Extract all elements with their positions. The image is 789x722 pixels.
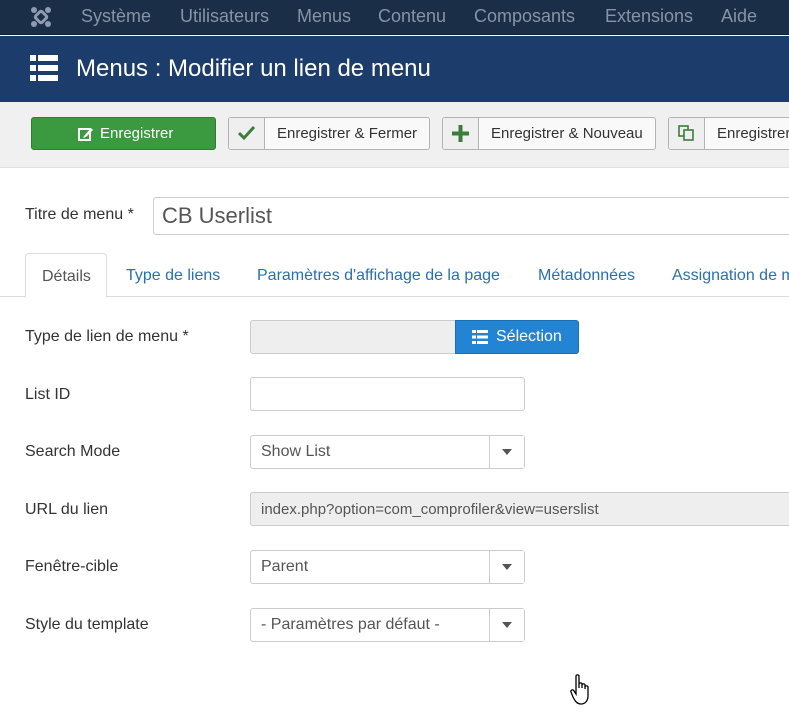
chevron-down-icon bbox=[502, 564, 512, 570]
page-title: Menus : Modifier un lien de menu bbox=[76, 55, 431, 82]
nav-item-aide[interactable]: Aide bbox=[721, 6, 757, 27]
tab-details-label: Détails bbox=[42, 268, 91, 285]
url-value: index.php?option=com_comprofiler&view=us… bbox=[261, 501, 599, 518]
nav-item-extensions[interactable]: Extensions bbox=[605, 6, 693, 27]
nav-item-menus[interactable]: Menus bbox=[297, 6, 351, 27]
save-new-button[interactable]: Enregistrer & Nouveau bbox=[442, 117, 656, 150]
tab-link-type[interactable]: Type de liens bbox=[126, 267, 220, 285]
tab-details[interactable]: Détails bbox=[25, 253, 107, 298]
check-icon bbox=[238, 125, 255, 141]
title-input[interactable]: CB Userlist bbox=[153, 197, 789, 235]
list-icon bbox=[30, 55, 58, 81]
tab-bar: Détails Type de liens Paramètres d'affic… bbox=[0, 253, 789, 298]
nav-item-systeme[interactable]: Système bbox=[81, 6, 151, 27]
save-copy-label: Enregistrer bbox=[717, 125, 789, 142]
chevron-down-icon bbox=[502, 449, 512, 455]
url-label: URL du lien bbox=[25, 501, 109, 518]
joomla-logo-icon[interactable] bbox=[28, 4, 54, 30]
title-label: Titre de menu * bbox=[25, 206, 134, 223]
save-close-label: Enregistrer & Fermer bbox=[277, 125, 418, 142]
menu-type-field bbox=[250, 320, 456, 354]
select-menu-type-button[interactable]: Sélection bbox=[455, 320, 579, 354]
template-style-select[interactable]: - Paramètres par défaut - bbox=[250, 608, 525, 642]
template-style-value: - Paramètres par défaut - bbox=[261, 616, 440, 633]
hand-cursor-icon bbox=[570, 674, 589, 705]
tab-page-display[interactable]: Paramètres d'affichage de la page bbox=[257, 267, 500, 285]
list-id-label: List ID bbox=[25, 386, 71, 403]
save-copy-button[interactable]: Enregistrer bbox=[668, 117, 789, 150]
tab-assignment[interactable]: Assignation de m bbox=[672, 267, 789, 285]
nav-item-contenu[interactable]: Contenu bbox=[378, 6, 446, 27]
search-mode-label: Search Mode bbox=[25, 443, 121, 460]
template-style-label: Style du template bbox=[25, 616, 149, 633]
nav-item-utilisateurs[interactable]: Utilisateurs bbox=[180, 6, 269, 27]
edit-icon bbox=[78, 128, 93, 141]
target-window-select[interactable]: Parent bbox=[250, 550, 525, 584]
top-navbar: Système Utilisateurs Menus Contenu Compo… bbox=[0, 0, 789, 35]
save-button-label: Enregistrer bbox=[100, 125, 174, 142]
list-id-input[interactable] bbox=[250, 377, 525, 411]
copy-icon bbox=[678, 125, 694, 141]
list-icon bbox=[472, 330, 488, 344]
save-close-button[interactable]: Enregistrer & Fermer bbox=[228, 117, 430, 150]
toolbar: Enregistrer Enregistrer & Fermer Enregis… bbox=[0, 102, 789, 168]
chevron-down-icon bbox=[502, 622, 512, 628]
target-window-value: Parent bbox=[261, 558, 309, 575]
search-mode-value: Show List bbox=[261, 443, 331, 460]
search-mode-select[interactable]: Show List bbox=[250, 435, 525, 469]
page-header: Menus : Modifier un lien de menu bbox=[0, 36, 789, 102]
target-window-label: Fenêtre-cible bbox=[25, 558, 119, 575]
title-input-value: CB Userlist bbox=[162, 203, 273, 228]
nav-item-composants[interactable]: Composants bbox=[474, 6, 575, 27]
menu-type-label: Type de lien de menu * bbox=[25, 328, 189, 345]
url-field: index.php?option=com_comprofiler&view=us… bbox=[250, 492, 789, 526]
tab-metadata[interactable]: Métadonnées bbox=[538, 267, 635, 285]
select-button-label: Sélection bbox=[496, 328, 562, 345]
save-button[interactable]: Enregistrer bbox=[31, 117, 216, 150]
save-new-label: Enregistrer & Nouveau bbox=[491, 125, 643, 142]
plus-icon bbox=[452, 125, 469, 142]
